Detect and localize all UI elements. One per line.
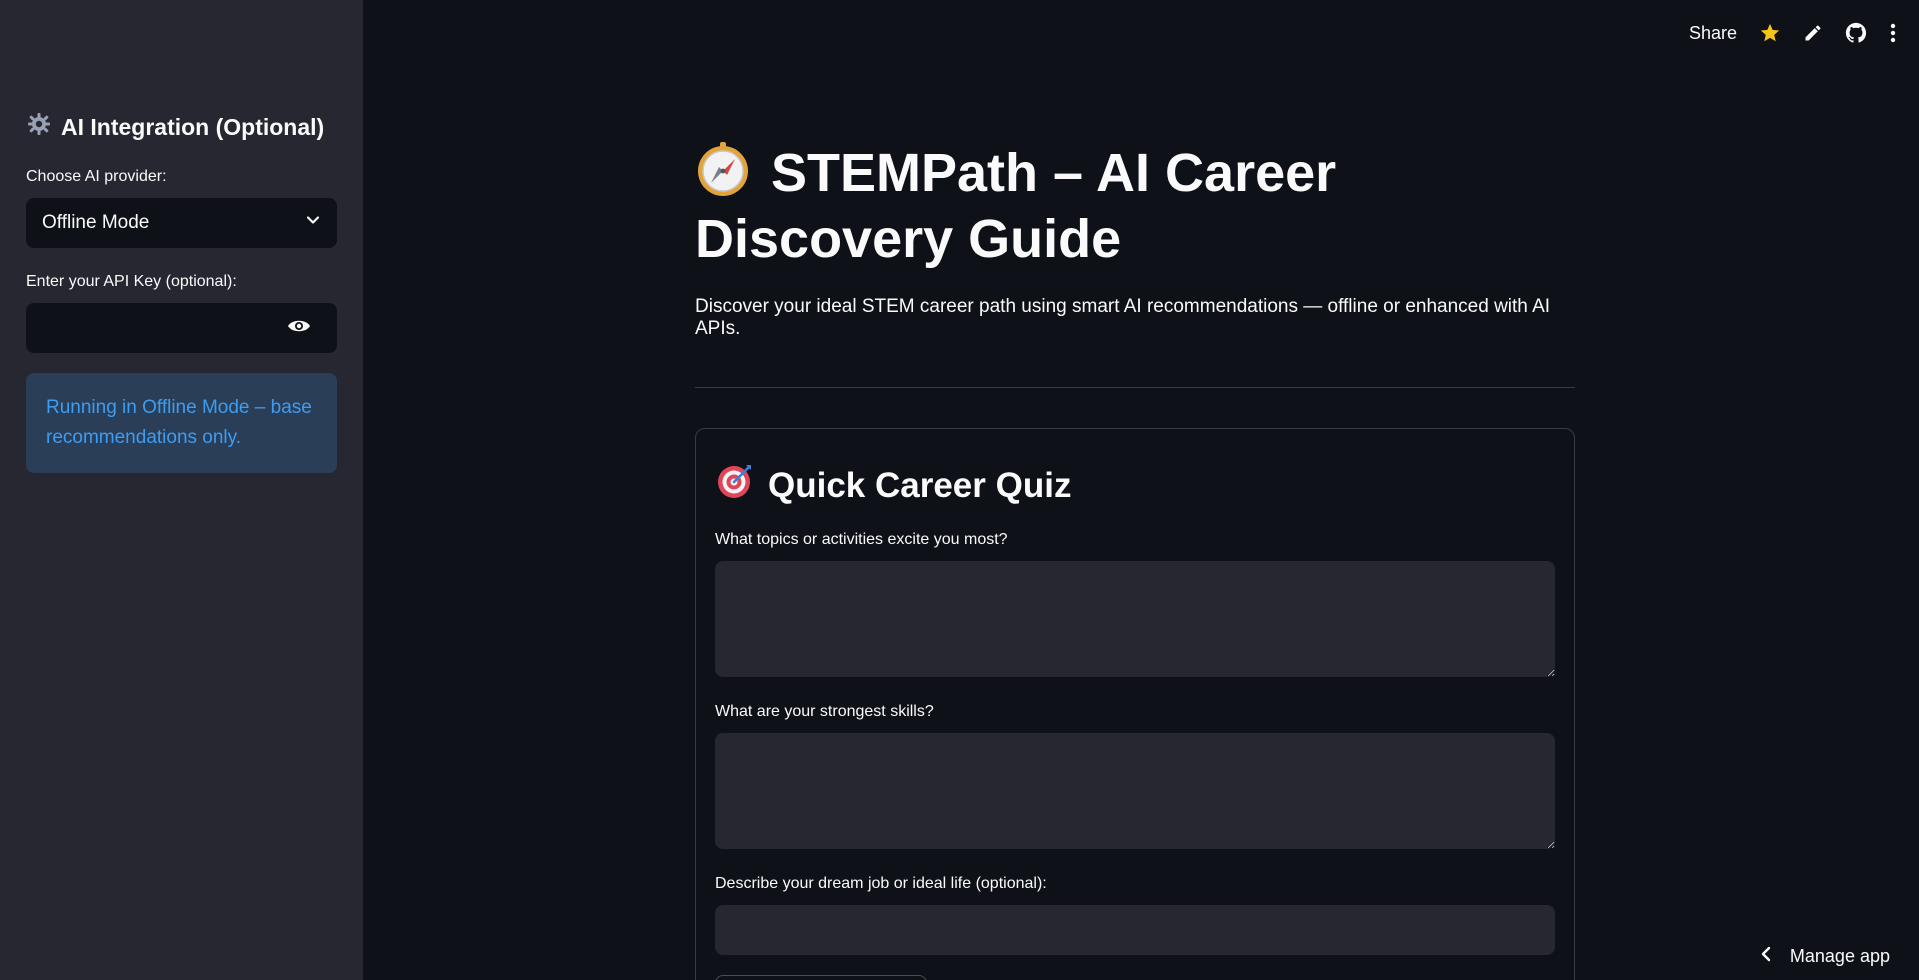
q1-label: What topics or activities excite you mos… [715, 531, 1008, 548]
github-icon[interactable] [1845, 22, 1867, 44]
api-key-input[interactable] [26, 303, 276, 353]
manage-app-button[interactable]: Manage app [1760, 946, 1890, 967]
share-button[interactable]: Share [1689, 23, 1737, 44]
eye-icon[interactable] [287, 318, 311, 339]
chevron-down-icon [305, 212, 321, 234]
chevron-left-icon [1760, 946, 1772, 967]
q2-label: What are your strongest skills? [715, 703, 934, 720]
star-icon[interactable] [1759, 22, 1781, 44]
page-title-text: STEMPath – AI Career Discovery Guide [695, 143, 1337, 269]
sidebar-title: AI Integration (Optional) [27, 112, 324, 142]
provider-select-value: Offline Mode [42, 212, 150, 233]
dream-job-input[interactable] [715, 905, 1555, 955]
api-key-label: Enter your API Key (optional): [26, 273, 237, 290]
manage-app-label: Manage app [1789, 946, 1890, 966]
edit-icon[interactable] [1803, 23, 1823, 43]
q3-label: Describe your dream job or ideal life (o… [715, 875, 1047, 892]
divider [695, 387, 1575, 388]
provider-label: Choose AI provider: [26, 168, 167, 185]
quiz-card: Quick Career Quiz What topics or activit… [695, 428, 1575, 980]
compass-icon [695, 141, 751, 197]
skills-textarea[interactable] [715, 733, 1555, 849]
top-toolbar: Share [1689, 22, 1897, 44]
app-root: AI Integration (Optional) Choose AI prov… [0, 0, 1919, 980]
more-vert-icon[interactable] [1889, 22, 1897, 44]
sidebar: AI Integration (Optional) Choose AI prov… [0, 0, 363, 980]
quiz-heading-text: Quick Career Quiz [768, 465, 1072, 505]
interests-textarea[interactable] [715, 561, 1555, 677]
page-subtitle: Discover your ideal STEM career path usi… [695, 296, 1551, 339]
offline-mode-info: Running in Offline Mode – base recommend… [26, 373, 337, 473]
sidebar-title-text: AI Integration (Optional) [61, 113, 325, 140]
api-key-field [26, 303, 337, 353]
submit-button[interactable] [715, 975, 927, 980]
target-icon [716, 462, 754, 509]
provider-select[interactable]: Offline Mode [26, 198, 337, 248]
gear-icon [27, 112, 51, 142]
quiz-heading: Quick Career Quiz [716, 462, 1071, 509]
page-title: STEMPath – AI Career Discovery Guide [695, 140, 1595, 272]
